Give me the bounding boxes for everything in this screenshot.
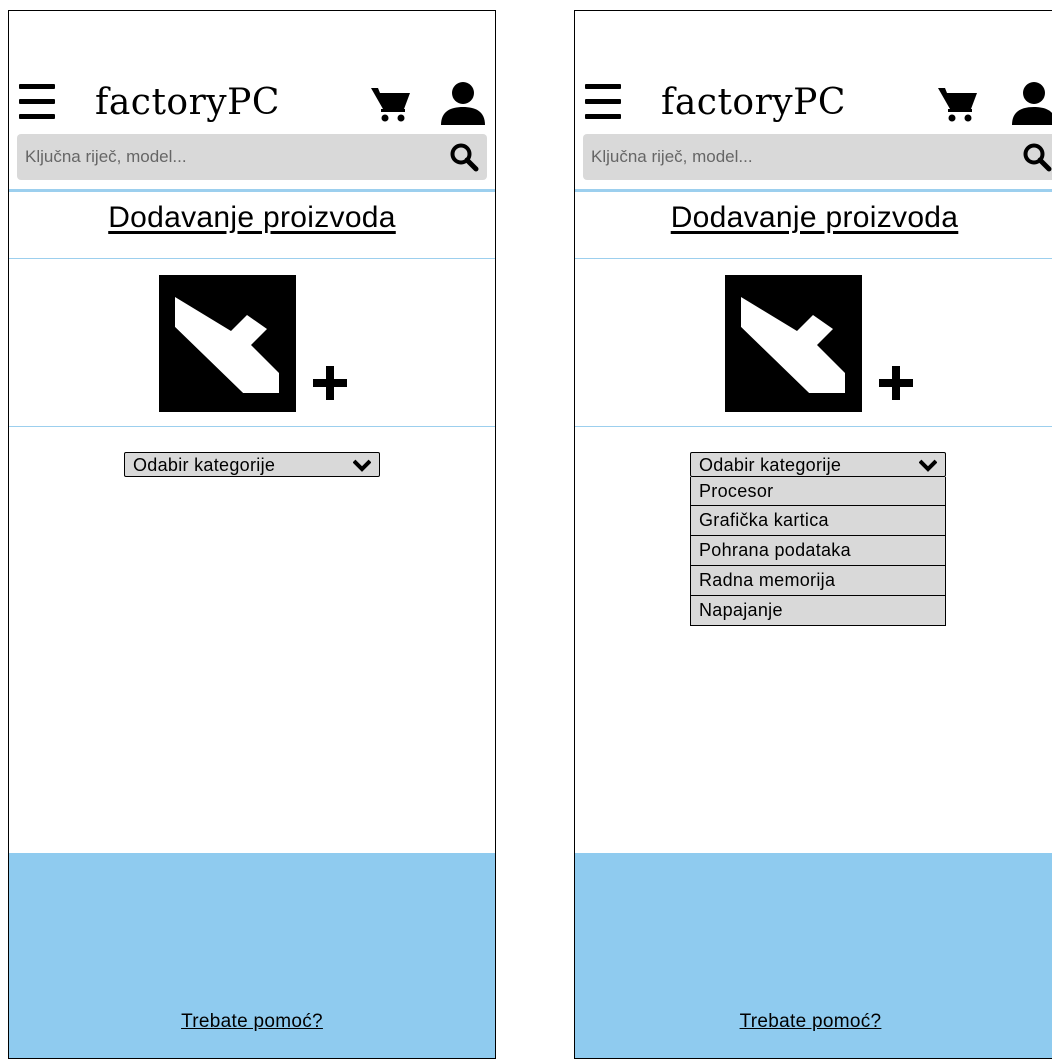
search-input[interactable]: Ključna riječ, model... xyxy=(583,134,1052,180)
divider xyxy=(9,258,495,259)
add-image-icon[interactable] xyxy=(159,275,359,420)
screen-left: factoryPC Ključna riječ, model... Dodava… xyxy=(8,10,496,1059)
screen-right: factoryPC Ključna riječ, model... Dodava… xyxy=(574,10,1052,1059)
brand-logo[interactable]: factoryPC xyxy=(95,75,280,131)
divider xyxy=(575,189,1052,192)
category-option[interactable]: Grafička kartica xyxy=(690,506,946,536)
hamburger-menu-icon[interactable] xyxy=(19,84,55,122)
search-placeholder: Ključna riječ, model... xyxy=(591,147,753,166)
add-image-icon[interactable] xyxy=(725,275,925,420)
category-option[interactable]: Radna memorija xyxy=(690,566,946,596)
app-header: factoryPC xyxy=(575,71,1052,133)
category-select[interactable]: Odabir kategorije xyxy=(124,452,380,477)
shopping-cart-icon[interactable] xyxy=(369,85,413,125)
help-link[interactable]: Trebate pomoć? xyxy=(9,1011,495,1033)
user-icon[interactable] xyxy=(1010,81,1052,127)
app-header: factoryPC xyxy=(9,71,495,133)
footer: Trebate pomoć? xyxy=(575,853,1052,1058)
divider xyxy=(575,258,1052,259)
divider xyxy=(575,426,1052,427)
search-placeholder: Ključna riječ, model... xyxy=(25,147,187,166)
user-icon[interactable] xyxy=(439,81,487,127)
help-link[interactable]: Trebate pomoć? xyxy=(575,1011,1046,1033)
category-select-label: Odabir kategorije xyxy=(133,455,276,475)
chevron-down-icon[interactable] xyxy=(919,457,937,473)
category-dropdown-list: Procesor Grafička kartica Pohrana podata… xyxy=(690,477,946,626)
search-icon[interactable] xyxy=(449,142,479,172)
page-title: Dodavanje proizvoda xyxy=(108,201,396,234)
category-option[interactable]: Napajanje xyxy=(690,596,946,626)
brand-logo[interactable]: factoryPC xyxy=(661,75,846,131)
divider xyxy=(9,426,495,427)
divider xyxy=(9,189,495,192)
page-title: Dodavanje proizvoda xyxy=(670,201,959,234)
search-input[interactable]: Ključna riječ, model... xyxy=(17,134,487,180)
shopping-cart-icon[interactable] xyxy=(936,85,980,125)
chevron-down-icon[interactable] xyxy=(353,457,371,473)
category-option[interactable]: Pohrana podataka xyxy=(690,536,946,566)
footer: Trebate pomoć? xyxy=(9,853,495,1058)
category-select-label: Odabir kategorije xyxy=(699,455,842,475)
search-icon[interactable] xyxy=(1022,142,1052,172)
category-select[interactable]: Odabir kategorije xyxy=(690,452,946,477)
category-option[interactable]: Procesor xyxy=(690,477,946,506)
hamburger-menu-icon[interactable] xyxy=(585,84,621,122)
